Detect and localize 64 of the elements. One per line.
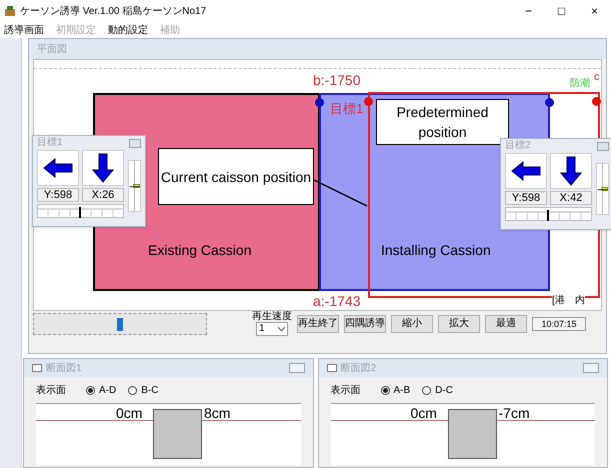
corner-marker <box>545 98 554 107</box>
right-value: 8cm <box>204 406 230 420</box>
left-arrow-icon <box>511 161 541 181</box>
close-icon[interactable] <box>583 363 599 373</box>
close-icon[interactable] <box>288 363 304 373</box>
time-display: 10:07:15 <box>532 317 586 331</box>
minimize-button[interactable]: − <box>512 0 545 22</box>
app-icon <box>4 5 16 17</box>
chevron-icon <box>278 327 285 331</box>
window-title: 断面図1 <box>46 362 82 376</box>
top-label: b:-1750 <box>313 73 360 87</box>
harbor-label: [港 内 <box>552 296 585 306</box>
area-label: Installing Cassion <box>381 243 491 257</box>
down-arrow-icon <box>560 156 582 186</box>
radio-option[interactable]: A-B <box>380 382 410 398</box>
right-value: -7cm <box>498 406 530 420</box>
bottom-label: a:-1743 <box>313 294 360 308</box>
y-reading: Y:598 <box>505 191 547 205</box>
playback-slider[interactable] <box>33 313 207 335</box>
menu-item[interactable]: 誘導画面 <box>4 22 44 38</box>
radio-option[interactable]: A-D <box>86 382 116 398</box>
window-icon <box>32 364 42 372</box>
toolbar-button[interactable]: 四隅誘導 <box>344 315 386 333</box>
left-arrow-icon <box>43 158 73 178</box>
slider-thumb[interactable] <box>117 318 123 331</box>
corner-label: c <box>594 72 600 83</box>
face-label: 表示面 <box>36 384 66 398</box>
left-arrow-button[interactable] <box>37 150 79 186</box>
target-label: 目標1 <box>330 102 364 115</box>
down-arrow-button[interactable] <box>550 153 592 189</box>
x-reading: X:26 <box>82 188 124 202</box>
left-value: 0cm <box>116 406 142 420</box>
toolbar-button[interactable]: 再生終了 <box>297 315 339 333</box>
window-icon <box>326 364 336 372</box>
toolbar-button[interactable]: 縮小 <box>391 315 433 333</box>
radio-option[interactable]: B-C <box>128 382 158 398</box>
callout-label: Current caisson position <box>158 148 314 205</box>
y-reading: Y:598 <box>37 188 79 202</box>
x-reading: X:42 <box>550 191 592 205</box>
area-label: Existing Cassion <box>148 243 252 257</box>
toolbar-button[interactable]: 拡大 <box>438 315 480 333</box>
caisson-section <box>448 409 496 459</box>
window-title: 断面図2 <box>340 362 376 376</box>
close-icon[interactable] <box>597 142 609 150</box>
down-arrow-icon <box>92 153 114 183</box>
face-label: 表示面 <box>330 384 360 398</box>
close-icon[interactable] <box>129 138 141 148</box>
window-title: 目標1 <box>37 138 63 148</box>
wall-label: 防潮 <box>570 79 590 89</box>
down-arrow-button[interactable] <box>82 150 124 186</box>
maximize-button[interactable]: □ <box>545 0 578 22</box>
left-value: 0cm <box>410 406 437 420</box>
left-arrow-button[interactable] <box>505 153 547 189</box>
menu-item[interactable]: 動的設定 <box>108 22 148 38</box>
speed-label: 再生速度 <box>252 312 292 322</box>
leader-line <box>314 179 368 207</box>
window-title: 平面図 <box>37 42 67 56</box>
speed-select[interactable]: 1 <box>256 322 288 336</box>
target-corner-marker <box>592 97 601 106</box>
radio-option[interactable]: D-C <box>422 382 453 398</box>
window-title: ケーソン誘導 Ver.1.00 稲島ケーソンNo17 <box>20 4 206 18</box>
toolbar-button[interactable]: 最適 <box>485 315 527 333</box>
close-button[interactable]: × <box>578 0 611 22</box>
caisson-section <box>153 409 202 459</box>
